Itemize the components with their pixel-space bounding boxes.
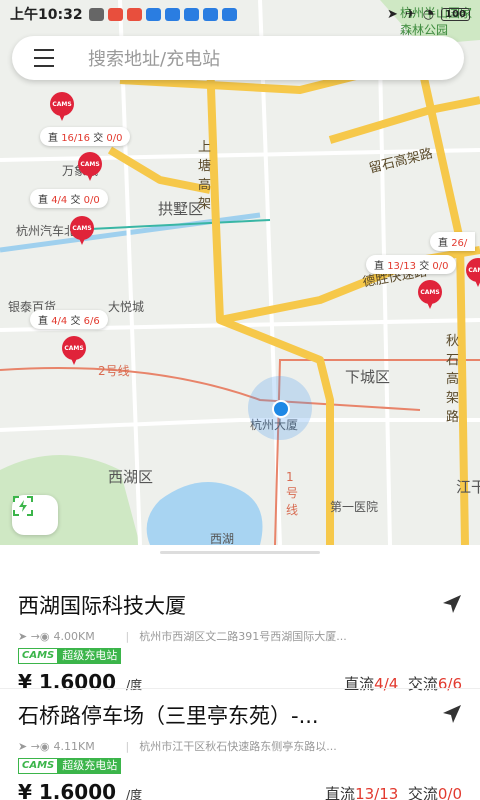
notification-icons bbox=[88, 7, 237, 21]
navigate-icon[interactable] bbox=[440, 702, 464, 726]
search-bar[interactable]: 搜索地址/充电站 bbox=[12, 36, 464, 80]
menu-button[interactable] bbox=[22, 36, 66, 80]
status-right: ➤ ✈ ◔ 100 bbox=[387, 7, 470, 22]
charger-availability: 直流4/4 交流6/6 bbox=[344, 675, 462, 693]
station-distance: 4.11KM bbox=[53, 739, 95, 753]
app-notification-icon bbox=[145, 7, 161, 21]
station-card[interactable]: 石桥路停车场（三里亭东苑）-... ➤ →◉ 4.11KM | 杭州市江干区秋石… bbox=[0, 700, 480, 800]
place-label-joycity: 大悦城 bbox=[108, 300, 145, 314]
station-pin[interactable]: CAMS bbox=[78, 152, 102, 182]
search-input[interactable]: 搜索地址/充电站 bbox=[88, 45, 220, 71]
station-count-tag[interactable]: 直 16/16 交 0/0 bbox=[40, 127, 131, 146]
notification-icon bbox=[88, 7, 104, 21]
station-badges: CAMS 超级充电站 bbox=[18, 758, 462, 774]
app-notification-icon bbox=[221, 7, 237, 21]
station-name: 西湖国际科技大厦 bbox=[18, 594, 186, 618]
station-card[interactable]: 西湖国际科技大厦 ➤ →◉ 4.00KM | 杭州市西湖区文二路391号西湖国际… bbox=[0, 590, 480, 694]
distance-icon: ➤ →◉ bbox=[18, 739, 50, 753]
current-location-icon bbox=[272, 400, 290, 418]
card-divider bbox=[0, 688, 480, 689]
station-address: 杭州市江干区秋石快速路东侧亭东路以... bbox=[139, 740, 337, 753]
station-count-tag[interactable]: 直 26/ bbox=[430, 232, 476, 251]
station-meta: ➤ →◉ 4.00KM | 杭州市西湖区文二路391号西湖国际大厦... bbox=[18, 628, 462, 644]
station-pin[interactable]: CAMS bbox=[466, 258, 480, 288]
station-distance: 4.00KM bbox=[53, 629, 95, 643]
road-label-qiushi: 秋石高架路 bbox=[446, 334, 460, 425]
station-meta: ➤ →◉ 4.11KM | 杭州市江干区秋石快速路东侧亭东路以... bbox=[18, 738, 462, 754]
charger-availability: 直流13/13 交流0/0 bbox=[325, 785, 462, 800]
station-pin[interactable]: CAMS bbox=[70, 216, 94, 246]
station-pin[interactable]: CAMS bbox=[62, 336, 86, 366]
district-label-xiacheng: 下城区 bbox=[345, 368, 391, 386]
super-station-badge: 超级充电站 bbox=[58, 648, 122, 664]
super-station-badge: 超级充电站 bbox=[58, 758, 122, 774]
app-notification-icon bbox=[202, 7, 218, 21]
hamburger-icon bbox=[34, 46, 54, 70]
station-address: 杭州市西湖区文二路391号西湖国际大厦... bbox=[139, 630, 347, 643]
app-root: 杭州半山国家森林公园 拱墅区 下城区 西湖区 留石高架路 德胜快速路 秋石高架路… bbox=[0, 0, 480, 800]
station-pin[interactable]: CAMS bbox=[50, 92, 74, 122]
app-notification-icon bbox=[107, 7, 123, 21]
district-label-gongshu: 拱墅区 bbox=[158, 200, 204, 218]
place-label-hospital: 第一医院 bbox=[330, 500, 379, 514]
metro-label-1: 1号线 bbox=[286, 470, 299, 517]
location-status-icon: ➤ bbox=[386, 6, 398, 22]
map-view[interactable]: 杭州半山国家森林公园 拱墅区 下城区 西湖区 留石高架路 德胜快速路 秋石高架路… bbox=[0, 0, 480, 545]
app-notification-icon bbox=[164, 7, 180, 21]
navigate-icon[interactable] bbox=[440, 592, 464, 616]
distance-icon: ➤ →◉ bbox=[18, 629, 50, 643]
road-label-shangtang: 上塘高架 bbox=[198, 140, 212, 212]
place-label-westlake: 西湖 bbox=[210, 532, 235, 545]
cams-logo: CAMS bbox=[18, 648, 59, 664]
price-row: ¥ 1.6000 /度 直流4/4 交流6/6 bbox=[18, 670, 462, 694]
price-unit: /度 bbox=[126, 788, 143, 800]
station-price: ¥ 1.6000 bbox=[18, 670, 117, 694]
scan-charge-button[interactable] bbox=[12, 495, 58, 535]
mi-icon bbox=[126, 7, 142, 21]
district-label-xihu: 西湖区 bbox=[108, 468, 154, 486]
status-time: 上午10:32 bbox=[10, 7, 83, 23]
station-count-tag[interactable]: 直 13/13 交 0/0 bbox=[366, 255, 457, 274]
sheet-drag-handle[interactable] bbox=[160, 551, 320, 554]
cams-logo: CAMS bbox=[18, 758, 59, 774]
station-name: 石桥路停车场（三里亭东苑）-... bbox=[18, 704, 319, 728]
airplane-mode-icon: ✈ bbox=[404, 6, 416, 22]
app-notification-icon bbox=[183, 7, 199, 21]
price-row: ¥ 1.6000 /度 直流13/13 交流0/0 bbox=[18, 780, 462, 800]
station-badges: CAMS 超级充电站 bbox=[18, 648, 462, 664]
station-count-tag[interactable]: 直 4/4 交 6/6 bbox=[30, 310, 108, 329]
place-label-jianggan: 江干 bbox=[456, 478, 480, 496]
metro-label-2: 2号线 bbox=[98, 364, 130, 378]
price-unit: /度 bbox=[126, 678, 143, 692]
scan-icon bbox=[13, 496, 33, 516]
station-count-tag[interactable]: 直 4/4 交 0/0 bbox=[30, 189, 108, 208]
station-price: ¥ 1.6000 bbox=[18, 780, 117, 800]
battery-icon: 100 bbox=[441, 7, 470, 21]
status-bar: 上午10:32 ➤ ✈ ◔ 100 bbox=[0, 0, 480, 28]
wifi-icon: ◔ bbox=[422, 6, 435, 22]
station-pin[interactable]: CAMS bbox=[418, 280, 442, 310]
